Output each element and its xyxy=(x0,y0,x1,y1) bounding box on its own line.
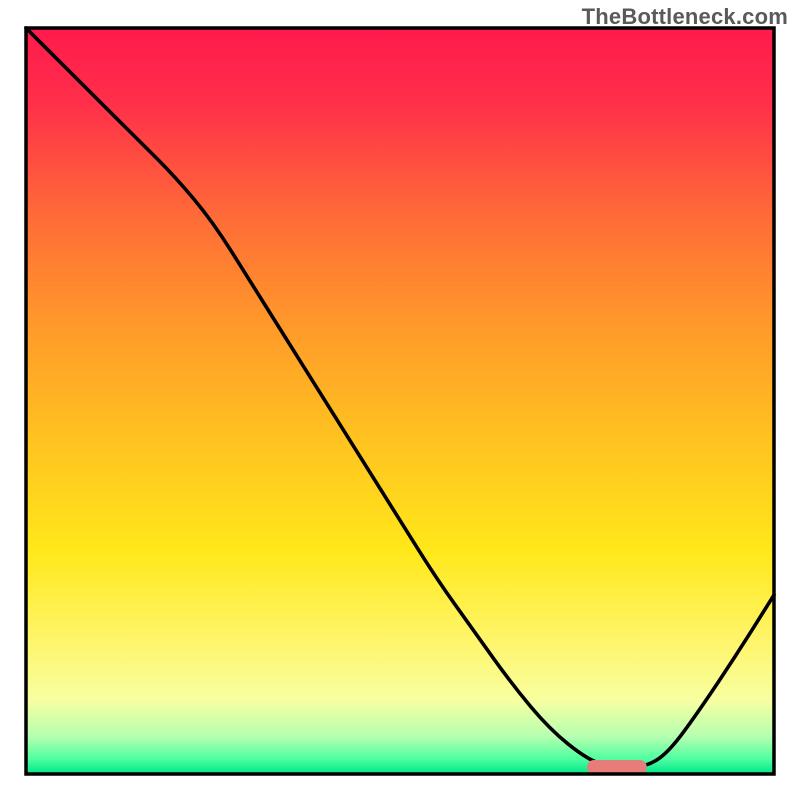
watermark-text: TheBottleneck.com xyxy=(582,4,788,30)
chart-svg xyxy=(0,0,800,800)
minimum-marker xyxy=(587,760,647,774)
chart-container: TheBottleneck.com xyxy=(0,0,800,800)
